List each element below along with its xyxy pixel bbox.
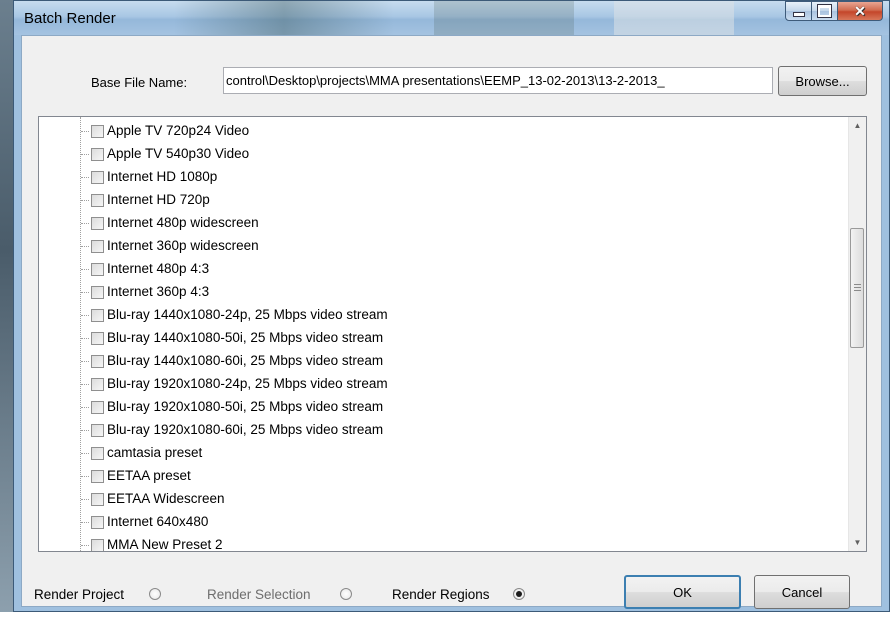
template-checkbox[interactable] xyxy=(91,194,104,207)
template-checkbox[interactable] xyxy=(91,286,104,299)
template-item[interactable]: camtasia preset xyxy=(39,442,839,465)
desktop-background-bottom xyxy=(0,612,890,625)
template-item[interactable]: Internet HD 720p xyxy=(39,189,839,212)
template-item[interactable]: Internet 480p 4:3 xyxy=(39,258,839,281)
maximize-button[interactable] xyxy=(812,1,838,21)
template-item[interactable]: Blu-ray 1440x1080-24p, 25 Mbps video str… xyxy=(39,304,839,327)
template-checkbox[interactable] xyxy=(91,516,104,529)
template-checkbox[interactable] xyxy=(91,539,104,551)
batch-render-dialog: Batch Render ✕ Base File Name: control\D… xyxy=(13,0,890,612)
base-file-name-label: Base File Name: xyxy=(91,75,188,90)
dialog-body: Base File Name: control\Desktop\projects… xyxy=(21,35,882,607)
minimize-button[interactable] xyxy=(785,1,812,21)
template-label: Apple TV 540p30 Video xyxy=(107,146,250,161)
template-label: Internet 360p 4:3 xyxy=(107,284,210,299)
template-label: Internet 480p widescreen xyxy=(107,215,259,230)
template-checkbox[interactable] xyxy=(91,355,104,368)
template-label: Internet HD 1080p xyxy=(107,169,218,184)
template-label: MMA New Preset 2 xyxy=(107,537,223,552)
minimize-icon xyxy=(792,12,805,17)
template-label: Blu-ray 1440x1080-50i, 25 Mbps video str… xyxy=(107,330,384,345)
template-item[interactable]: Internet 360p widescreen xyxy=(39,235,839,258)
caption-buttons: ✕ xyxy=(785,1,883,21)
template-checkbox[interactable] xyxy=(91,447,104,460)
vertical-scrollbar[interactable]: ▲ ▼ xyxy=(848,117,866,551)
template-label: Blu-ray 1440x1080-24p, 25 Mbps video str… xyxy=(107,307,388,322)
template-item[interactable]: Apple TV 540p30 Video xyxy=(39,143,839,166)
render-regions-radio[interactable] xyxy=(513,588,525,600)
template-checkbox[interactable] xyxy=(91,148,104,161)
template-checkbox[interactable] xyxy=(91,309,104,322)
template-item[interactable]: EETAA preset xyxy=(39,465,839,488)
render-regions-label: Render Regions xyxy=(392,587,490,602)
base-file-name-input[interactable]: control\Desktop\projects\MMA presentatio… xyxy=(223,67,773,94)
title-bar[interactable]: Batch Render ✕ xyxy=(14,1,889,35)
template-label: Blu-ray 1920x1080-24p, 25 Mbps video str… xyxy=(107,376,388,391)
scrollbar-thumb[interactable] xyxy=(850,228,864,348)
template-checkbox[interactable] xyxy=(91,217,104,230)
template-label: Internet 360p widescreen xyxy=(107,238,259,253)
template-checkbox[interactable] xyxy=(91,171,104,184)
template-item[interactable]: Blu-ray 1920x1080-24p, 25 Mbps video str… xyxy=(39,373,839,396)
template-label: EETAA preset xyxy=(107,468,191,483)
template-item[interactable]: MMA New Preset 2 xyxy=(39,534,839,552)
grip-icon xyxy=(854,284,861,291)
desktop-background xyxy=(0,0,13,625)
template-item[interactable]: Blu-ray 1440x1080-60i, 25 Mbps video str… xyxy=(39,350,839,373)
render-selection-radio[interactable] xyxy=(340,588,352,600)
close-button[interactable]: ✕ xyxy=(838,1,883,21)
template-label: Internet HD 720p xyxy=(107,192,210,207)
template-checkbox[interactable] xyxy=(91,401,104,414)
template-checkbox[interactable] xyxy=(91,125,104,138)
cancel-button[interactable]: Cancel xyxy=(754,575,850,609)
maximize-icon xyxy=(817,4,832,18)
template-checkbox[interactable] xyxy=(91,332,104,345)
template-checkbox[interactable] xyxy=(91,240,104,253)
template-checkbox[interactable] xyxy=(91,493,104,506)
render-project-radio[interactable] xyxy=(149,588,161,600)
window-title: Batch Render xyxy=(24,10,116,27)
template-item[interactable]: Internet 360p 4:3 xyxy=(39,281,839,304)
base-file-name-value: control\Desktop\projects\MMA presentatio… xyxy=(226,73,665,88)
template-label: Internet 640x480 xyxy=(107,514,209,529)
template-label: Internet 480p 4:3 xyxy=(107,261,210,276)
template-item[interactable]: Blu-ray 1920x1080-60i, 25 Mbps video str… xyxy=(39,419,839,442)
template-item[interactable]: Internet 480p widescreen xyxy=(39,212,839,235)
close-icon: ✕ xyxy=(854,2,866,19)
render-template-tree[interactable]: Apple TV 720p24 Video Apple TV 540p30 Vid… xyxy=(38,116,867,552)
template-item[interactable]: Internet HD 1080p xyxy=(39,166,839,189)
template-label: camtasia preset xyxy=(107,445,203,460)
template-checkbox[interactable] xyxy=(91,424,104,437)
template-item[interactable]: Blu-ray 1440x1080-50i, 25 Mbps video str… xyxy=(39,327,839,350)
browse-button[interactable]: Browse... xyxy=(778,66,867,96)
template-label: Blu-ray 1440x1080-60i, 25 Mbps video str… xyxy=(107,353,384,368)
render-selection-label: Render Selection xyxy=(207,587,311,602)
template-label: Blu-ray 1920x1080-50i, 25 Mbps video str… xyxy=(107,399,384,414)
template-label: EETAA Widescreen xyxy=(107,491,225,506)
ok-button[interactable]: OK xyxy=(624,575,741,609)
template-label: Apple TV 720p24 Video xyxy=(107,123,250,138)
template-item[interactable]: Blu-ray 1920x1080-50i, 25 Mbps video str… xyxy=(39,396,839,419)
template-checkbox[interactable] xyxy=(91,470,104,483)
render-project-label: Render Project xyxy=(34,587,125,602)
scroll-up-icon[interactable]: ▲ xyxy=(849,117,866,134)
template-checkbox[interactable] xyxy=(91,263,104,276)
template-item[interactable]: Apple TV 720p24 Video xyxy=(39,120,839,143)
template-label: Blu-ray 1920x1080-60i, 25 Mbps video str… xyxy=(107,422,384,437)
template-checkbox[interactable] xyxy=(91,378,104,391)
template-item[interactable]: EETAA Widescreen xyxy=(39,488,839,511)
template-item[interactable]: Internet 640x480 xyxy=(39,511,839,534)
scroll-down-icon[interactable]: ▼ xyxy=(849,534,866,551)
